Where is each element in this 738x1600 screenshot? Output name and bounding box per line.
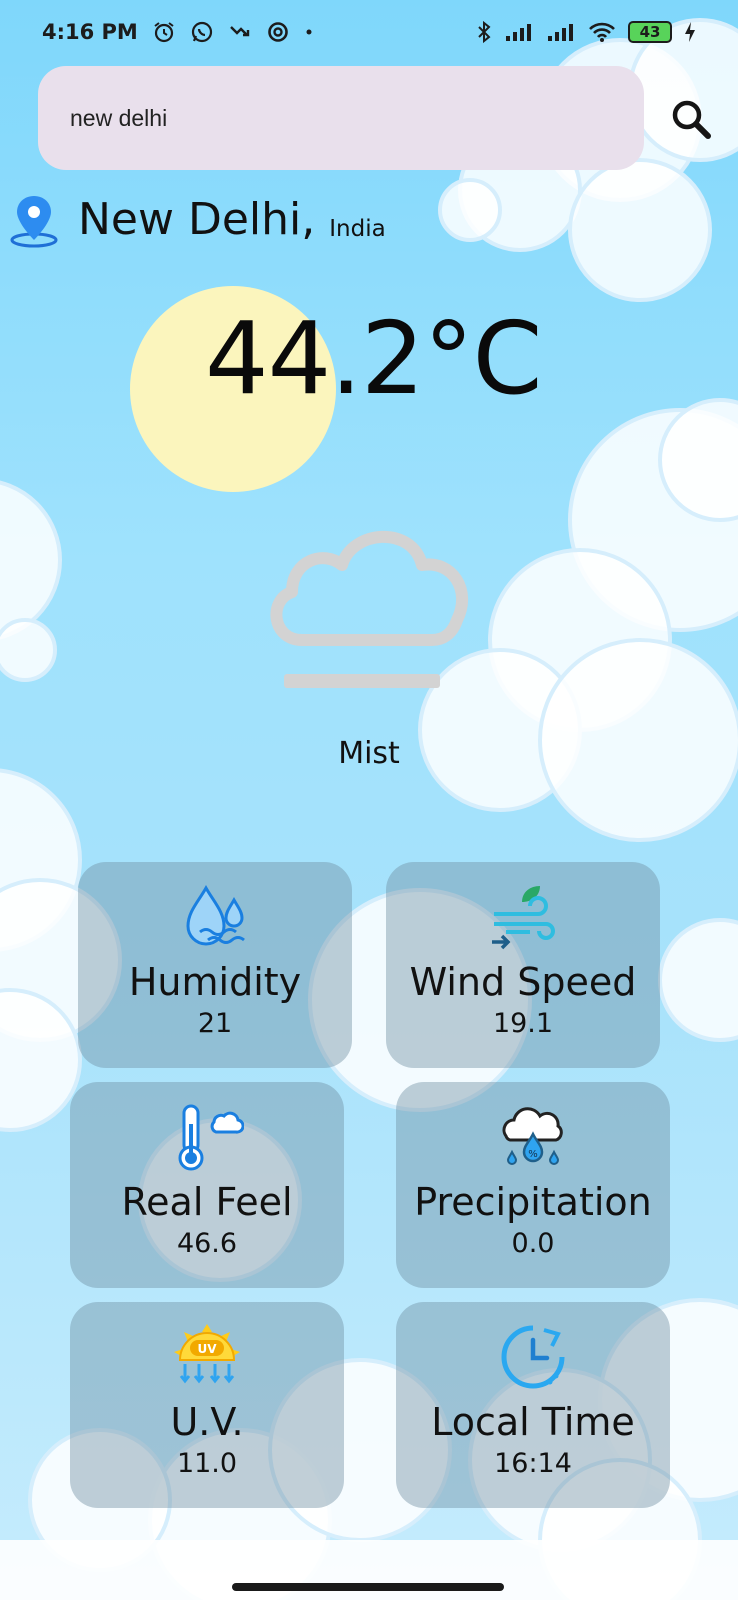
svg-text:UV: UV — [197, 1342, 217, 1356]
precipitation-icon: % — [502, 1107, 563, 1165]
signal-icon-2 — [546, 22, 576, 42]
wind-speed-card: Wind Speed 19.1 — [386, 862, 660, 1068]
search-box[interactable] — [38, 66, 644, 170]
notification-dot-icon — [304, 27, 314, 37]
card-value: 21 — [197, 1008, 233, 1039]
mist-icon — [270, 530, 468, 688]
temperature-value: 44.2°C — [205, 300, 542, 417]
status-time: 4:16 PM — [42, 20, 138, 44]
card-label: Local Time — [431, 1400, 635, 1444]
card-value: 46.6 — [176, 1228, 238, 1259]
search-input[interactable] — [68, 103, 614, 133]
card-value: 19.1 — [492, 1008, 554, 1039]
location-header: New Delhi, India — [10, 192, 386, 248]
battery-indicator: 43 — [628, 21, 672, 43]
uv-icon: UV — [174, 1324, 240, 1384]
location-pin-icon — [10, 196, 58, 248]
missed-call-icon — [228, 20, 252, 44]
card-label: Wind Speed — [409, 960, 637, 1004]
city-name: New Delhi, — [78, 194, 316, 245]
home-indicator[interactable] — [232, 1583, 504, 1591]
card-value: 11.0 — [176, 1448, 238, 1479]
humidity-card: Humidity 21 — [78, 862, 352, 1068]
signal-icon — [504, 22, 534, 42]
whatsapp-icon — [190, 20, 214, 44]
wind-icon — [492, 886, 555, 950]
svg-text:%: % — [528, 1149, 538, 1160]
card-value: 16:14 — [494, 1448, 572, 1479]
data-saver-icon — [266, 20, 290, 44]
thermometer-icon — [178, 1104, 244, 1171]
status-left: 4:16 PM — [42, 20, 314, 44]
clock-icon — [501, 1325, 565, 1389]
card-label: U.V. — [170, 1400, 244, 1444]
bluetooth-icon — [476, 20, 492, 44]
wifi-icon — [588, 21, 616, 43]
search-icon — [672, 100, 711, 139]
uv-card: UV U.V. 11.0 — [70, 1302, 344, 1508]
search-button[interactable] — [668, 96, 716, 144]
status-bar: 4:16 PM 43 — [0, 0, 738, 64]
alarm-icon — [152, 20, 176, 44]
card-label: Humidity — [128, 960, 302, 1004]
card-label: Precipitation — [414, 1180, 652, 1224]
condition-text: Mist — [338, 736, 400, 771]
charging-icon — [684, 21, 696, 43]
card-value: 0.0 — [511, 1228, 555, 1259]
card-label: Real Feel — [121, 1180, 293, 1224]
status-right: 43 — [476, 20, 696, 44]
local-time-card: Local Time 16:14 — [396, 1302, 670, 1508]
humidity-icon — [186, 884, 245, 946]
precipitation-card: % Precipitation 0.0 — [396, 1082, 670, 1288]
country-name: India — [329, 216, 386, 242]
real-feel-card: Real Feel 46.6 — [70, 1082, 344, 1288]
